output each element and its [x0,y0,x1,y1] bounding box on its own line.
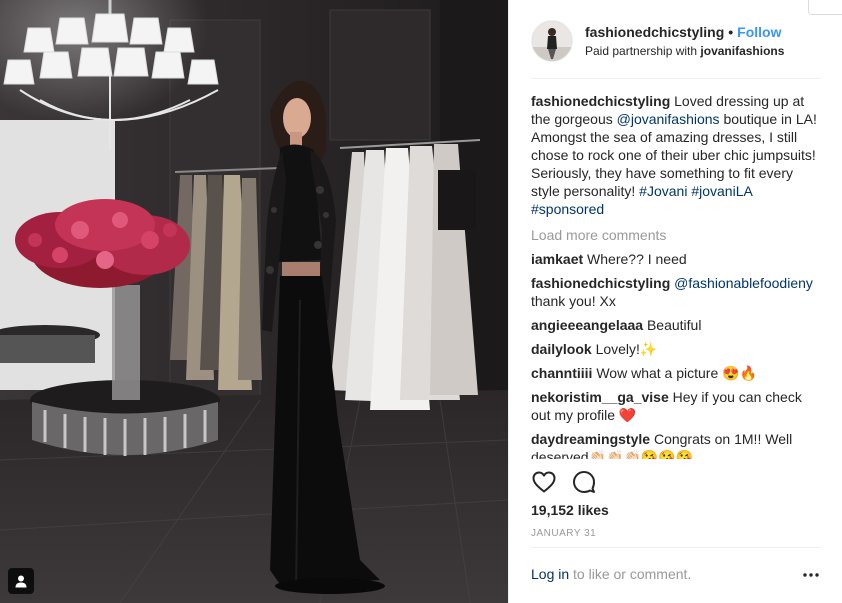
user-tag-icon [15,575,27,588]
comment-username[interactable]: dailylook [531,341,592,357]
hashtag-jovani[interactable]: #Jovani [639,183,687,199]
post-header: fashionedchicstyling • Follow Paid partner… [531,18,821,64]
caption: fashionedchicstyling Loved dressing up a… [531,92,823,218]
post-date: JANUARY 31 [531,528,597,539]
comment-item: fashionedchicstyling @fashionablefoodien… [531,274,823,310]
hashtag-jovanila[interactable]: #jovaniLA [691,183,752,199]
likes-count[interactable]: 19,152 likes [531,502,609,518]
post-details-panel: fashionedchicstyling • Follow Paid partner… [508,0,842,603]
comment-text: thank you! Xx [531,293,616,309]
corner-fragment [808,0,842,15]
comment-item: channtiiii Wow what a picture 😍🔥 [531,364,823,382]
comment-item: iamkaet Where?? I need [531,250,823,268]
comment-text: Lovely!✨ [595,341,658,357]
comment-username[interactable]: nekoristim__ga_vise [531,389,669,405]
comment-text: Where?? I need [587,251,687,267]
comment-icon [573,471,595,493]
hashtag-sponsored[interactable]: #sponsored [531,201,604,217]
comment-item: dailylook Lovely!✨ [531,340,823,358]
boutique-photo-illustration [0,0,508,603]
partnership-label: Paid partnership with [585,44,698,58]
comment-username[interactable]: angieeeangelaaa [531,317,643,333]
partner-link[interactable]: jovanifashions [700,44,784,58]
comment-item: nekoristim__ga_vise Hey if you can check… [531,388,823,424]
avatar[interactable] [531,20,573,62]
comment-username[interactable]: daydreamingstyle [531,431,650,447]
post-photo[interactable] [0,0,508,603]
comment-item: angieeeangelaaa Beautiful [531,316,823,334]
caption-mention[interactable]: @jovanifashions [617,111,720,127]
heart-icon [532,471,556,493]
header-divider [531,78,821,79]
comment-item: daydreamingstyle Congrats on 1M!! Well d… [531,430,823,459]
footer-divider [531,547,821,548]
follow-button[interactable]: Follow [737,24,781,40]
comment-text: Beautiful [646,317,702,333]
comment-username[interactable]: iamkaet [531,251,583,267]
comment-username[interactable]: channtiiii [531,365,592,381]
comment-username[interactable]: fashionedchicstyling [531,275,670,291]
load-more-comments-link[interactable]: Load more comments [531,226,823,244]
comment-mention[interactable]: @fashionablefoodieny [674,275,813,291]
login-link[interactable]: Log in [531,566,569,582]
post-actions [531,466,611,498]
more-options-icon [803,573,819,577]
comment-text: Wow what a picture 😍🔥 [596,365,758,381]
comment-button[interactable] [571,469,597,495]
separator-dot: • [728,24,734,40]
comments-section[interactable]: fashionedchicstyling Loved dressing up a… [531,92,823,459]
avatar-image [532,21,572,61]
like-button[interactable] [531,469,557,495]
login-prompt: Log in to like or comment. [531,566,821,582]
user-tag-button[interactable] [8,568,34,594]
caption-username[interactable]: fashionedchicstyling [531,93,670,109]
post-username[interactable]: fashionedchicstyling [585,24,724,40]
more-options-button[interactable] [801,567,821,583]
login-prompt-text: to like or comment. [573,566,692,582]
